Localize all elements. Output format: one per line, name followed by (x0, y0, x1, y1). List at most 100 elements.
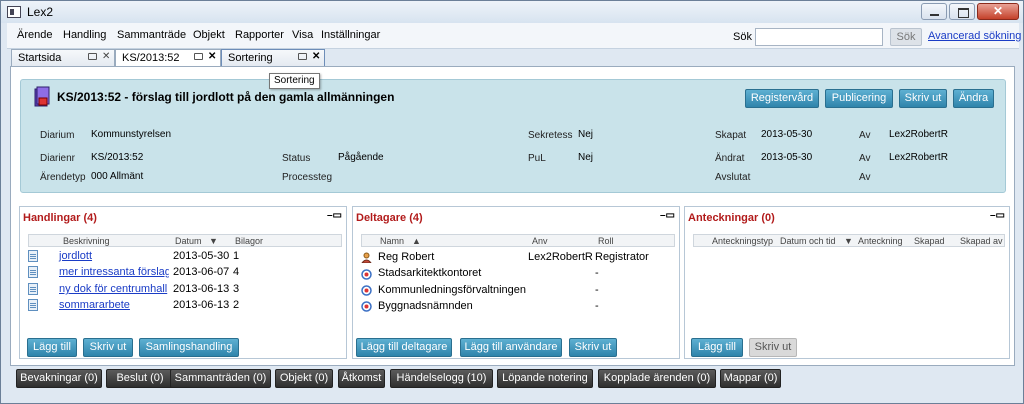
deltagare-roll: - (595, 300, 599, 312)
handling-link[interactable]: jordlott (59, 250, 92, 262)
tab-beslut[interactable]: Beslut (0) (106, 369, 174, 388)
print-button[interactable]: Skriv ut (899, 89, 947, 108)
deltagare-namn: Stadsarkitektkontoret (378, 267, 482, 279)
handling-bilagor: 1 (233, 250, 240, 262)
minimize-maximize-icon[interactable]: –▭ (990, 210, 1005, 221)
column-beskrivning[interactable]: Beskrivning (63, 236, 110, 246)
sort-asc-icon: ▲ (412, 236, 421, 246)
deltagare-namn: Reg Robert (378, 251, 435, 263)
add-deltagare-button[interactable]: Lägg till deltagare (356, 338, 452, 357)
skapat-av-value: Lex2RobertR (889, 129, 948, 140)
tab-ks-2013-52[interactable]: KS/2013:52 ✕ (115, 49, 221, 67)
handling-link[interactable]: sommararbete (59, 299, 130, 311)
deltagare-anv: Lex2RobertR (528, 251, 593, 263)
menu-installningar[interactable]: Inställningar (321, 29, 380, 41)
pin-icon[interactable] (88, 53, 97, 60)
handling-bilagor: 3 (233, 283, 240, 295)
pin-icon[interactable] (298, 53, 307, 60)
tab-startsida[interactable]: Startsida ✕ (11, 49, 115, 67)
print-deltagare-button[interactable]: Skriv ut (569, 338, 617, 357)
handlingar-table-header: Beskrivning Datum ▼ Bilagor (28, 234, 342, 247)
close-tab-icon[interactable]: ✕ (208, 51, 216, 62)
search-input[interactable] (755, 28, 883, 46)
tab-lopande-notering[interactable]: Löpande notering (497, 369, 593, 388)
user-icon (361, 252, 372, 263)
search-button[interactable]: Sök (890, 28, 922, 46)
column-bilagor[interactable]: Bilagor (235, 236, 263, 246)
close-icon[interactable] (977, 3, 1019, 20)
column-datum-och-tid[interactable]: Datum och tid (780, 236, 836, 246)
tab-atkomst[interactable]: Åtkomst (338, 369, 385, 388)
anteckningar-panel: Anteckningar (0) –▭ Anteckningstyp Datum… (684, 206, 1010, 359)
arendetyp-value: 000 Allmänt (91, 171, 144, 182)
column-datum[interactable]: Datum (175, 236, 202, 246)
menu-sammantrade[interactable]: Sammanträde (117, 29, 186, 41)
tooltip: Sortering (269, 73, 320, 89)
publicering-button[interactable]: Publicering (825, 89, 893, 108)
menu-handling[interactable]: Handling (63, 29, 106, 41)
document-icon (28, 283, 38, 295)
handling-link[interactable]: mer intressanta förslag (59, 266, 169, 278)
edit-button[interactable]: Ändra (953, 89, 994, 108)
column-roll[interactable]: Roll (598, 236, 614, 246)
tab-handelselogg[interactable]: Händelselogg (10) (390, 369, 493, 388)
search-label: Sök (733, 31, 752, 43)
tab-mappar[interactable]: Mappar (0) (720, 369, 781, 388)
column-anv[interactable]: Anv (532, 236, 548, 246)
tab-sortering[interactable]: Sortering ✕ (221, 49, 325, 67)
andrat-av-label: Av (859, 153, 871, 164)
skapat-label: Skapat (715, 130, 747, 141)
menu-objekt[interactable]: Objekt (193, 29, 225, 41)
column-anteckning[interactable]: Anteckning (858, 236, 908, 246)
tab-kopplade-arenden[interactable]: Kopplade ärenden (0) (598, 369, 716, 388)
case-title: KS/2013:52 - förslag till jordlott på de… (57, 90, 395, 104)
menu-rapporter[interactable]: Rapporter (235, 29, 284, 41)
minimize-icon[interactable] (921, 3, 947, 20)
print-anteckningar-button[interactable]: Skriv ut (749, 338, 797, 357)
tab-objekt[interactable]: Objekt (0) (275, 369, 333, 388)
anteckningar-table-header: Anteckningstyp Datum och tid ▼ Antecknin… (693, 234, 1005, 247)
handling-datum: 2013-05-30 (173, 250, 230, 262)
app-window: Lex2 Ärende Handling Sammanträde Objekt … (0, 0, 1024, 404)
menu-arende[interactable]: Ärende (17, 29, 52, 41)
andrat-av-value: Lex2RobertR (889, 152, 948, 163)
sort-desc-icon: ▼ (209, 236, 218, 246)
minimize-maximize-icon[interactable]: –▭ (660, 210, 675, 221)
print-handlingar-button[interactable]: Skriv ut (83, 338, 133, 357)
tab-label: Sortering (228, 52, 273, 64)
tab-bevakningar[interactable]: Bevakningar (0) (16, 369, 102, 388)
close-tab-icon[interactable]: ✕ (102, 51, 110, 62)
document-icon (28, 250, 38, 262)
column-skapad-av[interactable]: Skapad av (960, 236, 1004, 246)
maximize-icon[interactable] (949, 3, 975, 20)
handling-datum: 2013-06-07 (173, 266, 230, 278)
registervard-button[interactable]: Registervård (745, 89, 819, 108)
window-title: Lex2 (27, 5, 54, 19)
organization-icon (361, 301, 372, 312)
organization-icon (361, 269, 372, 280)
deltagare-panel: Deltagare (4) –▭ Namn ▲ Anv Roll (352, 206, 680, 359)
column-skapad[interactable]: Skapad (914, 236, 945, 246)
skapat-value: 2013-05-30 (761, 129, 813, 140)
add-anvandare-button[interactable]: Lägg till användare (460, 338, 562, 357)
tab-sammantraden[interactable]: Sammanträden (0) (170, 369, 271, 388)
column-anteckningstyp[interactable]: Anteckningstyp (712, 236, 773, 246)
pul-value: Nej (578, 152, 594, 163)
close-tab-icon[interactable]: ✕ (312, 51, 320, 62)
document-icon (28, 266, 38, 278)
column-namn[interactable]: Namn (380, 236, 404, 246)
sort-desc-icon: ▼ (844, 236, 853, 246)
samlingshandling-button[interactable]: Samlingshandling (139, 338, 239, 357)
minimize-maximize-icon[interactable]: –▭ (327, 210, 342, 221)
menu-visa[interactable]: Visa (292, 29, 313, 41)
add-handling-button[interactable]: Lägg till (27, 338, 77, 357)
pin-icon[interactable] (194, 53, 203, 60)
advanced-search-link[interactable]: Avancerad sökning (928, 30, 1021, 42)
deltagare-roll: - (595, 284, 599, 296)
sekretess-value: Nej (578, 129, 594, 140)
app-icon (7, 6, 21, 18)
title-bar: Lex2 (1, 1, 1023, 23)
handling-link[interactable]: ny dok för centrumhall (59, 283, 169, 295)
deltagare-namn: Kommunledningsförvaltningen (378, 284, 526, 296)
add-anteckning-button[interactable]: Lägg till (691, 338, 743, 357)
